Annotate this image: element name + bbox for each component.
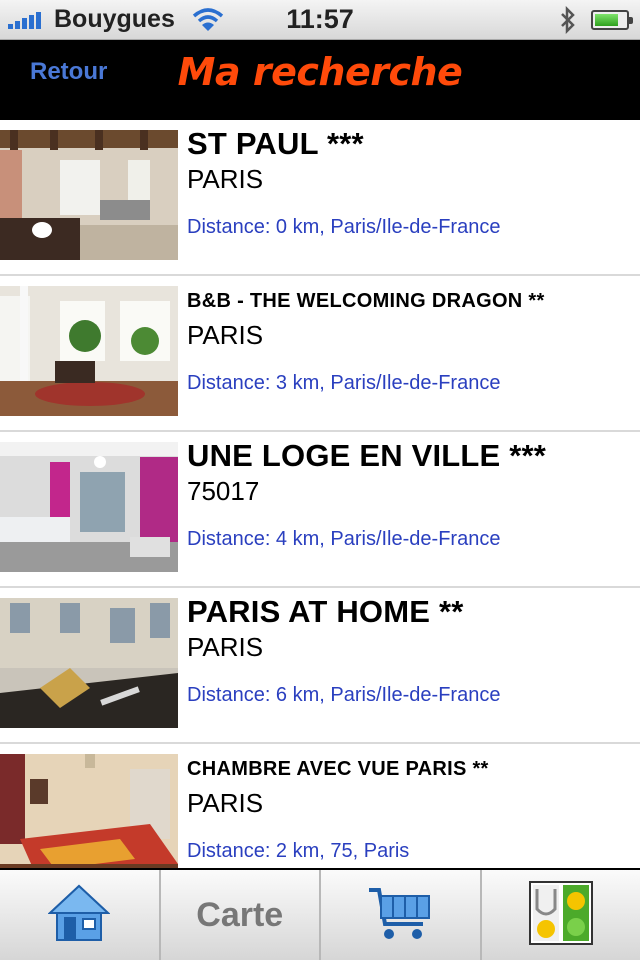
- listing-photo: [0, 598, 178, 728]
- listing-photo: [0, 130, 178, 260]
- listing-distance: Distance: 0 km, Paris/Ile-de-France: [187, 216, 501, 238]
- listing-city: PARIS: [187, 320, 264, 350]
- list-item[interactable]: ST PAUL *** PARIS Distance: 0 km, Paris/…: [0, 120, 640, 276]
- list-item[interactable]: B&B - THE WELCOMING DRAGON ** PARIS Dist…: [0, 276, 640, 432]
- tab-bar: Carte: [0, 868, 640, 960]
- listing-distance: Distance: 3 km, Paris/Ile-de-France: [187, 372, 501, 394]
- listing-city: PARIS: [187, 164, 264, 194]
- list-item[interactable]: CHAMBRE AVEC VUE PARIS ** PARIS Distance…: [0, 744, 640, 868]
- status-bar: Bouygues 11:57: [0, 0, 640, 40]
- listing-city: PARIS: [187, 632, 264, 662]
- listing-photo: [0, 754, 178, 868]
- list-item[interactable]: UNE LOGE EN VILLE *** 75017 Distance: 4 …: [0, 432, 640, 588]
- app-logo-icon: [528, 880, 593, 950]
- listing-photo: [0, 286, 178, 416]
- tab-map[interactable]: Carte: [161, 870, 321, 960]
- listing-name: PARIS AT HOME **: [187, 594, 464, 629]
- battery-icon: [591, 10, 633, 30]
- cart-icon: [367, 884, 433, 947]
- tab-map-label: Carte: [196, 895, 284, 934]
- listing-name: B&B - THE WELCOMING DRAGON **: [187, 290, 545, 312]
- bluetooth-icon: [558, 5, 578, 39]
- home-icon: [47, 883, 111, 948]
- clock: 11:57: [286, 4, 354, 34]
- listing-city: 75017: [187, 476, 260, 506]
- page-title: Ma recherche: [177, 50, 463, 94]
- battery-level: [595, 14, 618, 26]
- listing-name: CHAMBRE AVEC VUE PARIS **: [187, 758, 489, 780]
- results-list: ST PAUL *** PARIS Distance: 0 km, Paris/…: [0, 120, 640, 868]
- tab-home[interactable]: [0, 870, 161, 960]
- listing-distance: Distance: 2 km, 75, Paris: [187, 840, 410, 862]
- listing-city: PARIS: [187, 788, 264, 818]
- listing-distance: Distance: 4 km, Paris/Ile-de-France: [187, 528, 501, 550]
- tab-app[interactable]: [482, 870, 640, 960]
- listing-name: ST PAUL ***: [187, 126, 364, 161]
- tab-cart[interactable]: [321, 870, 482, 960]
- listing-photo: [0, 442, 178, 572]
- listing-distance: Distance: 6 km, Paris/Ile-de-France: [187, 684, 501, 706]
- listing-name: UNE LOGE EN VILLE ***: [187, 438, 547, 473]
- navigation-bar: Retour Ma recherche: [0, 40, 640, 120]
- list-item[interactable]: PARIS AT HOME ** PARIS Distance: 6 km, P…: [0, 588, 640, 744]
